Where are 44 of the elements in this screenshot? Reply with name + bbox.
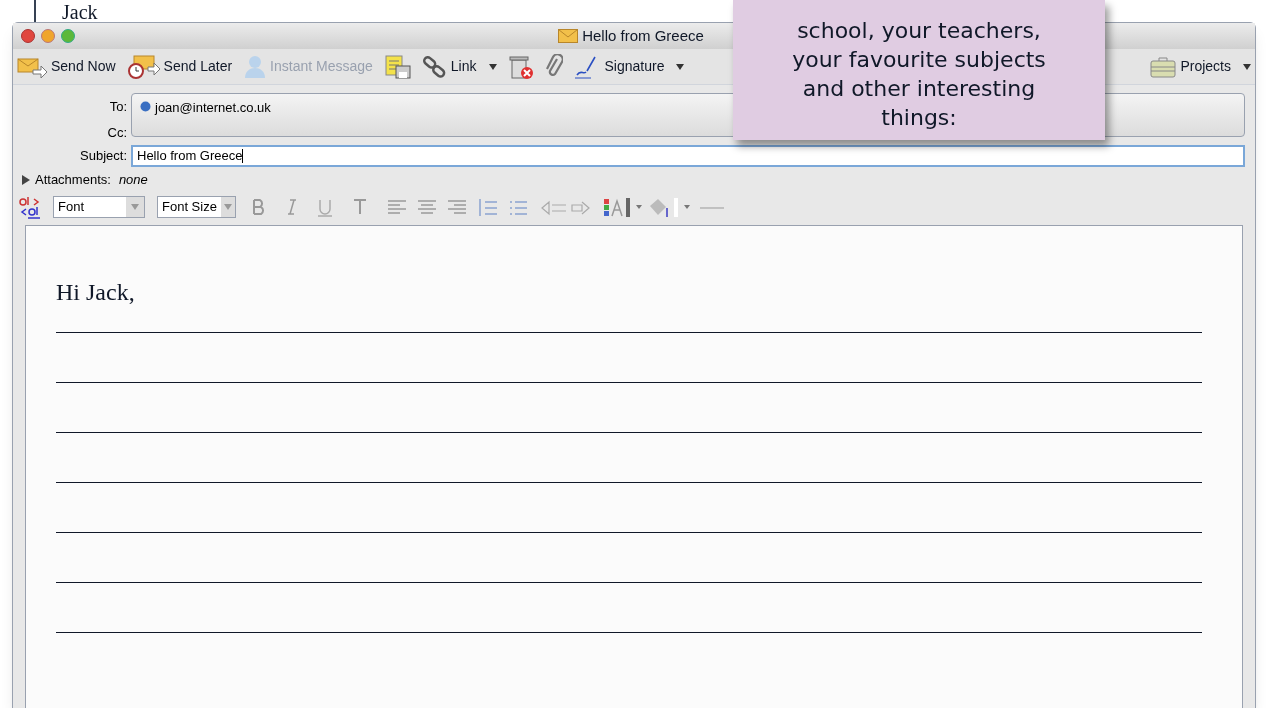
dropdown-arrow-icon [131, 203, 139, 210]
fill-in-line[interactable] [56, 481, 1202, 483]
envelope-clock-icon [127, 54, 160, 79]
recipient-address: joan@internet.co.uk [155, 99, 271, 117]
page-text: Jack [62, 2, 98, 22]
toolbar-button[interactable]: Signature [574, 54, 685, 79]
fill-in-line[interactable] [56, 431, 1202, 433]
envelope-icon [558, 29, 579, 43]
font-size-dropdown[interactable]: Font Size [157, 195, 236, 218]
fill-in-line[interactable] [56, 531, 1202, 533]
briefcase-icon [1150, 55, 1177, 78]
send-envelope-icon [17, 55, 47, 78]
toolbar-button[interactable]: Send Later [127, 54, 233, 79]
window-title: Hello from Greece [582, 25, 704, 46]
fill-in-line[interactable] [56, 331, 1202, 333]
person-icon [244, 54, 267, 79]
dropdown-arrow-icon [488, 63, 497, 70]
toolbar-button[interactable]: Projects [1150, 55, 1251, 78]
toolbar-button[interactable]: Link [422, 54, 497, 79]
note-text-line: your favourite subjects [792, 46, 1046, 74]
note-text-line: things: [881, 104, 957, 132]
chain-link-icon [422, 54, 447, 79]
disclosure-triangle-icon[interactable] [21, 174, 31, 185]
spellcheck-icon[interactable] [19, 194, 41, 219]
greeting-text: Hi Jack, [56, 277, 136, 307]
note-text-line: school, your teachers, [797, 17, 1041, 45]
attachments-value: none [118, 171, 148, 189]
contact-dot-icon [140, 101, 151, 112]
toolbar-button[interactable]: Send Now [17, 55, 116, 78]
subject-field[interactable]: Hello from Greece [131, 145, 1245, 167]
minimize-button[interactable] [41, 29, 55, 43]
dropdown-arrow-icon [676, 63, 685, 70]
close-button[interactable] [21, 29, 35, 43]
fill-in-line[interactable] [56, 581, 1202, 583]
dropdown-arrow-icon [223, 203, 232, 210]
field-label: Cc: [107, 123, 127, 142]
field-label: Subject: [79, 147, 128, 166]
fill-in-line[interactable] [56, 381, 1202, 383]
font-dropdown[interactable]: Font [53, 195, 145, 218]
field-label: To: [109, 98, 127, 116]
trash-can-icon[interactable] [508, 53, 533, 80]
fill-in-line[interactable] [56, 631, 1202, 633]
attachments-label: Attachments: [35, 171, 111, 189]
dropdown-arrow-icon [1243, 63, 1251, 70]
